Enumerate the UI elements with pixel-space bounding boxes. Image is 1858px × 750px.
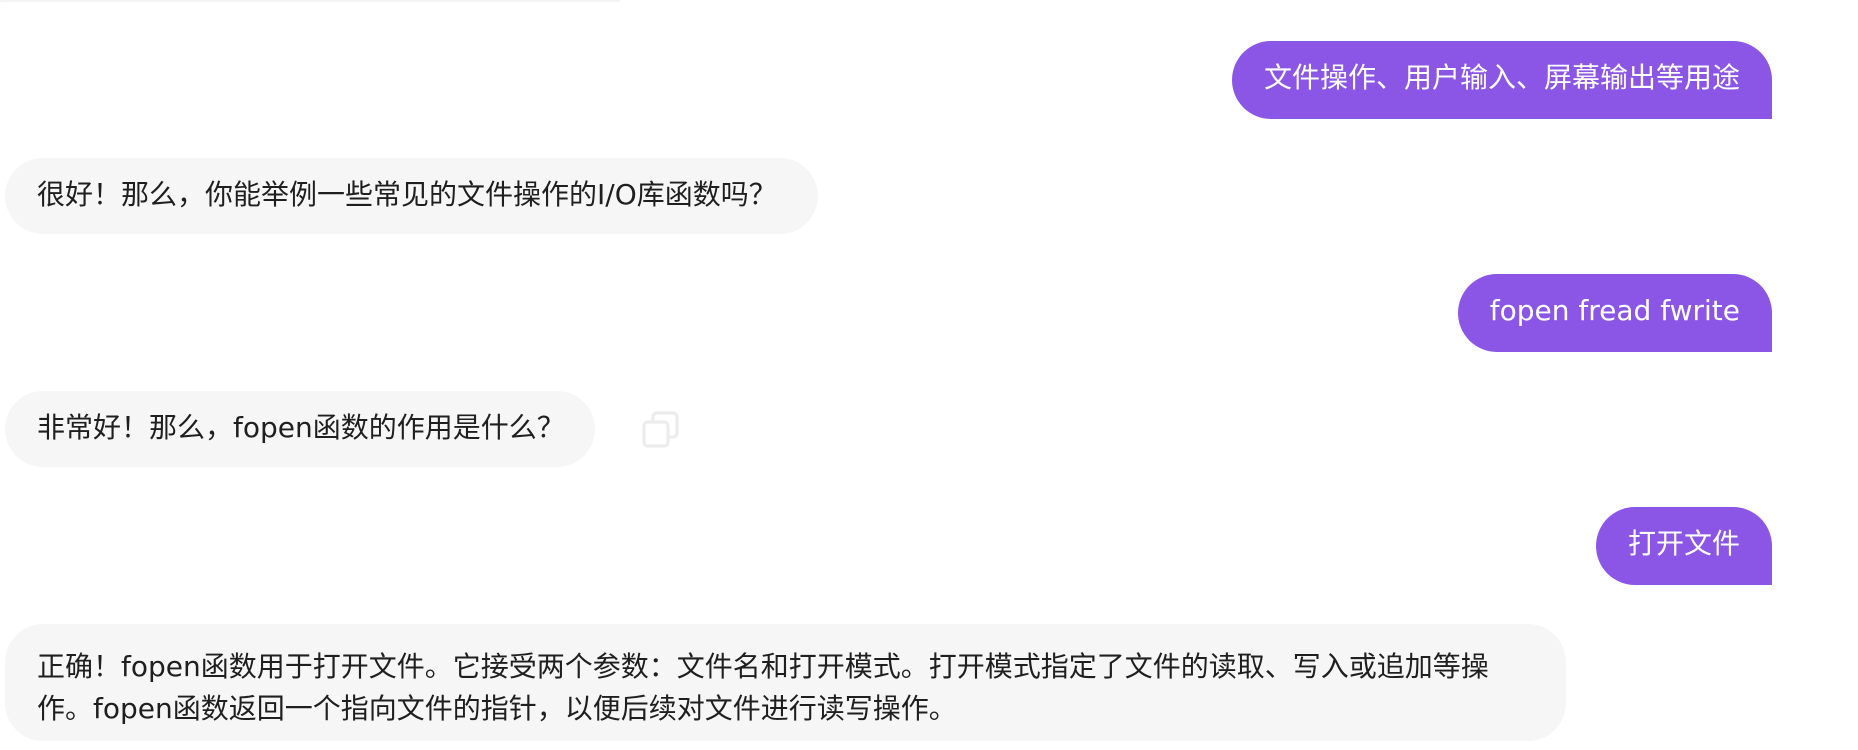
copy-icon[interactable] [641,410,681,450]
assistant-message-bubble: 很好！那么，你能举例一些常见的文件操作的I/O库函数吗？ [5,158,818,234]
previous-message-edge [0,0,620,2]
assistant-message-bubble: 正确！fopen函数用于打开文件。它接受两个参数：文件名和打开模式。打开模式指定… [5,624,1566,741]
copy-icon-graphic [642,411,679,448]
user-message-bubble: fopen fread fwrite [1457,274,1772,352]
user-message-bubble: 文件操作、用户输入、屏幕输出等用途 [1231,41,1772,119]
user-message-bubble: 打开文件 [1595,507,1772,585]
assistant-message-bubble: 非常好！那么，fopen函数的作用是什么？ [5,391,595,467]
